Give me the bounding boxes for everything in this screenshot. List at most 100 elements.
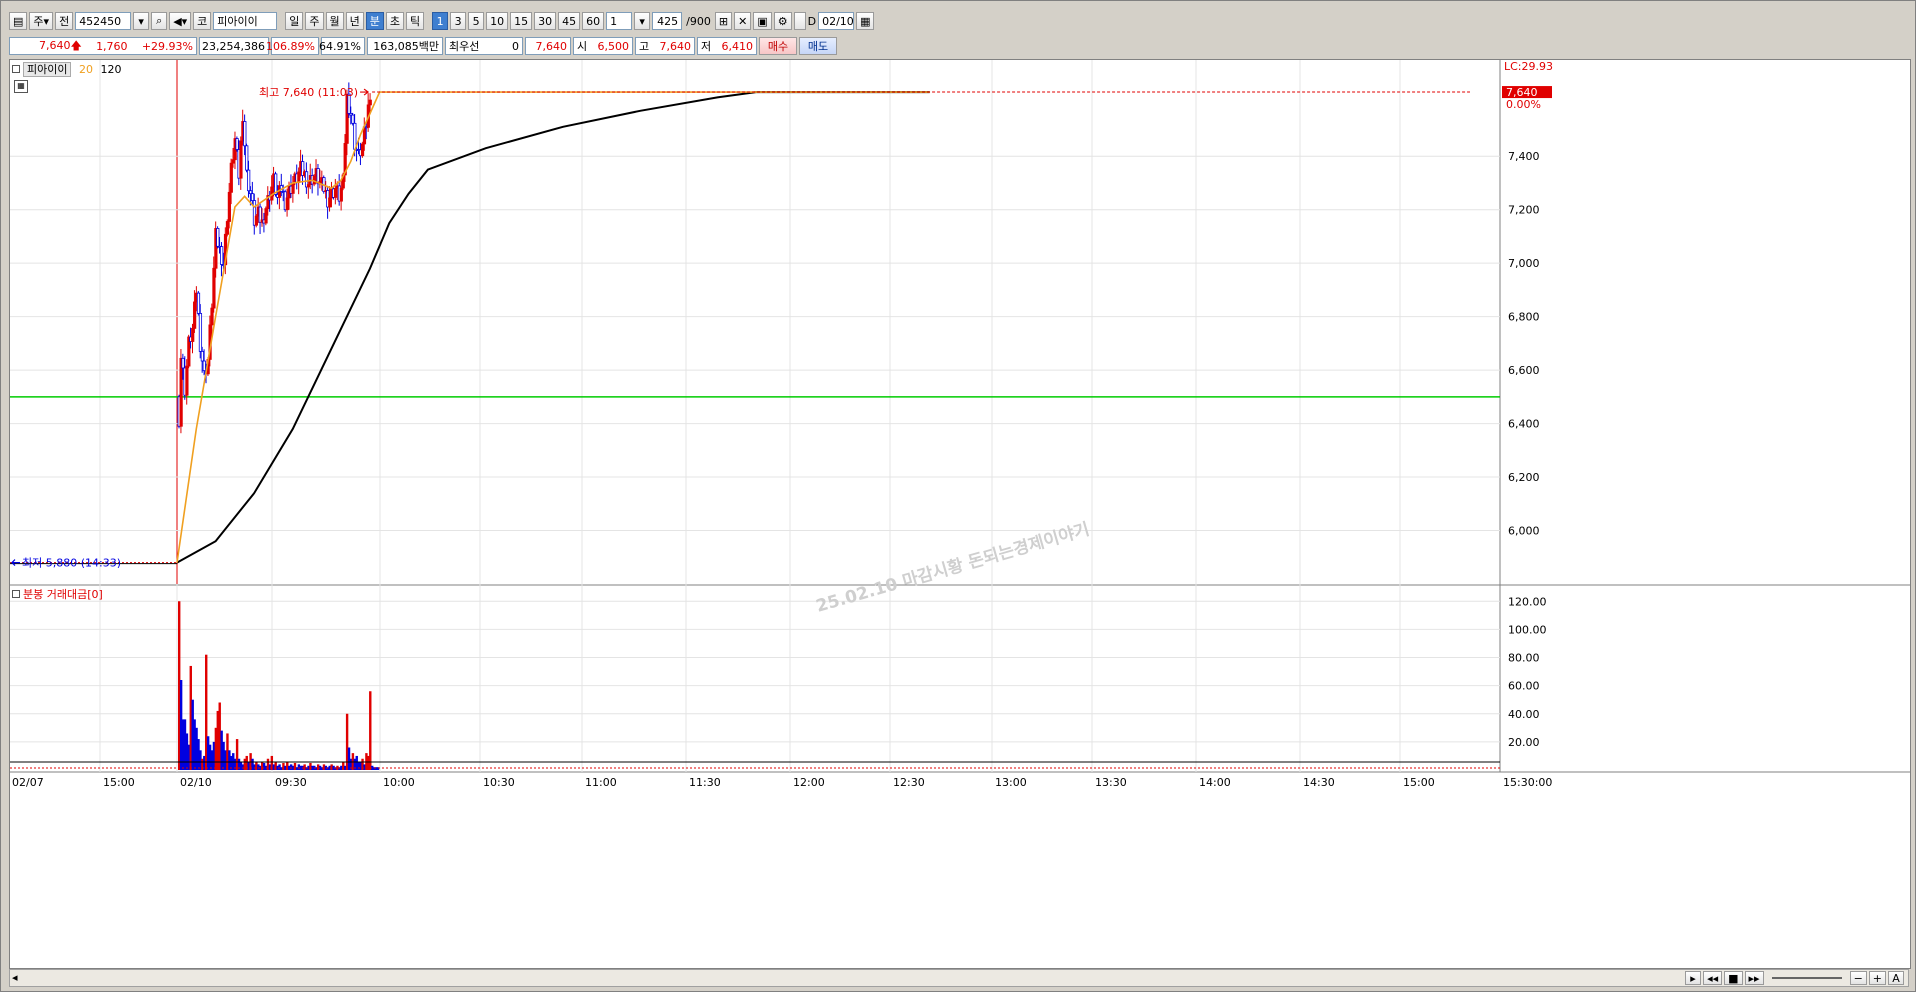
candle-body — [202, 360, 206, 372]
navigation-controls: ▸ ◂◂ ■ ▸▸ − + A — [1685, 970, 1904, 986]
minute-tab-60[interactable]: 60 — [582, 12, 605, 30]
price-tick-label: 6,800 — [1508, 311, 1540, 324]
market-select[interactable]: 주 ▾ — [29, 12, 54, 30]
period-tab-5[interactable]: 초 — [385, 12, 405, 30]
candle-body — [297, 171, 301, 183]
volume-tick-label: 40.00 — [1508, 708, 1540, 721]
minute-tab-10[interactable]: 10 — [486, 12, 509, 30]
x-tick-label: 02/10 — [180, 776, 212, 789]
expand-icon[interactable]: + — [1868, 971, 1886, 985]
candle-body — [245, 145, 249, 171]
candle-body — [351, 114, 355, 124]
period-tab-1[interactable]: 주 — [305, 12, 324, 30]
calendar-icon[interactable]: ▦ — [856, 12, 875, 30]
minute-tab-15[interactable]: 15 — [510, 12, 533, 30]
chart-area[interactable]: 02/07 15:00 02/10 09:30 10:00 10:30 11:00 11:30… — [9, 59, 1911, 969]
unit-input[interactable]: 1 — [606, 12, 633, 30]
count-total: /900 — [686, 14, 711, 28]
volume-ratio: 106.89% — [266, 37, 319, 55]
price-tick-label: 6,600 — [1508, 364, 1540, 377]
search-icon[interactable]: ⌕ — [151, 12, 168, 30]
x-tick-label: 02/07 — [12, 776, 44, 789]
minute-tabs: 1 3 5 10 15 30 45 60 — [432, 12, 605, 30]
candle-body — [216, 228, 220, 247]
ma120-line — [176, 91, 930, 564]
scope-button[interactable]: 전 — [55, 12, 74, 30]
minute-tab-30[interactable]: 30 — [534, 12, 557, 30]
candle-body — [196, 292, 201, 314]
candle-body — [333, 187, 338, 198]
date-input[interactable]: 02/10 — [818, 12, 855, 30]
period-tab-2[interactable]: 월 — [325, 12, 344, 30]
rewind-icon[interactable]: ◂◂ — [1703, 971, 1723, 985]
buy-button[interactable]: 매수 — [759, 37, 797, 55]
chart-window: ▤ 주 ▾ 전 452450 ▾ ⌕ ◀▾ 코 피아이이 일주월년분초틱 1351… — [0, 0, 1916, 992]
stock-code-input[interactable]: 452450 — [75, 12, 132, 30]
candle-body — [254, 215, 258, 226]
forward-icon[interactable]: ▸▸ — [1744, 971, 1764, 985]
period-tab-6[interactable]: 틱 — [406, 12, 425, 30]
price-change: 1,760 — [96, 39, 128, 53]
period-tab-3[interactable]: 년 — [345, 12, 364, 30]
quote-bar: 7,640🡅 1,760 +29.93% 23,254,386 106.89% … — [9, 35, 837, 57]
code-dropdown-icon[interactable]: ▾ — [133, 12, 150, 30]
speaker-icon[interactable]: ◀▾ — [169, 12, 192, 30]
stock-name-field[interactable]: 피아이이 — [213, 12, 278, 30]
scroll-left-icon[interactable]: ◂ — [12, 971, 18, 984]
count-input[interactable]: 425 — [652, 12, 683, 30]
legend-ma120: 120 — [100, 63, 122, 76]
minute-tab-3[interactable]: 3 — [450, 12, 467, 30]
save-icon[interactable]: ▣ — [753, 12, 772, 30]
candle-body — [339, 187, 343, 202]
ma20-line — [176, 91, 930, 563]
gear-icon[interactable]: ⚙ — [773, 12, 792, 30]
candle-body — [285, 197, 289, 211]
minute-tab-45[interactable]: 45 — [558, 12, 581, 30]
name-prefix-button[interactable]: 코 — [193, 12, 212, 30]
candle-body — [368, 99, 372, 106]
minute-tab-1[interactable]: 1 — [432, 12, 449, 30]
price-tick-label: 7,400 — [1508, 150, 1540, 163]
best-quote-price: 7,640 — [525, 37, 571, 55]
window-layout-icon[interactable]: ▤ — [9, 12, 28, 30]
period-tab-0[interactable]: 일 — [285, 12, 304, 30]
unit-dropdown-icon[interactable]: ▾ — [634, 12, 651, 30]
price-legend: 피아이이 20 120 — [12, 61, 121, 77]
candle-body — [220, 246, 224, 265]
candle-body — [264, 208, 268, 224]
minute-tab-5[interactable]: 5 — [468, 12, 485, 30]
candle-body — [193, 301, 197, 329]
volume-tick-label: 100.00 — [1508, 623, 1547, 636]
x-tick-label: 14:30 — [1303, 776, 1335, 789]
volume-legend-label: 분봉 거래대금[0] — [23, 588, 103, 601]
candle-settings-icon[interactable]: ⊞ — [714, 12, 733, 30]
candle-body — [181, 357, 185, 369]
x-tick-label: 15:00 — [1403, 776, 1435, 789]
high-annotation: 최고 7,640 (11:03) — [259, 86, 358, 99]
chart-scrollbar[interactable]: ◂ ▸ ◂◂ ■ ▸▸ − + A — [9, 969, 1909, 987]
candle-body — [235, 138, 239, 150]
candle-body — [250, 193, 255, 202]
volume-tick-label: 80.00 — [1508, 652, 1540, 665]
low-annotation: 최저 5,880 (14:33) — [22, 557, 121, 570]
period-tab-4[interactable]: 분 — [365, 12, 384, 30]
x-tick-label: 10:00 — [383, 776, 415, 789]
font-size-icon[interactable]: A — [1888, 971, 1904, 985]
zoom-slider[interactable] — [1771, 977, 1842, 979]
date-checkbox-label: D — [807, 14, 817, 28]
candle-body — [239, 140, 243, 179]
candle-body — [353, 122, 357, 150]
play-icon[interactable]: ▸ — [1685, 971, 1702, 985]
crosshair-icon[interactable]: ✕ — [734, 12, 752, 30]
date-checkbox[interactable] — [793, 12, 806, 30]
chart-canvas[interactable]: 02/07 15:00 02/10 09:30 10:00 10:30 11:00 11:30… — [10, 60, 1910, 968]
current-price-value: 7,640 — [39, 38, 71, 52]
volume-tick-label: 20.00 — [1508, 736, 1540, 749]
candle-body — [225, 221, 230, 235]
shrink-icon[interactable]: − — [1849, 971, 1867, 985]
stop-icon[interactable]: ■ — [1724, 971, 1743, 985]
candle-body — [229, 162, 233, 193]
price-tick-label: 6,200 — [1508, 471, 1540, 484]
sell-button[interactable]: 매도 — [799, 37, 837, 55]
grid-toggle-icon[interactable]: ▦ — [14, 80, 28, 93]
